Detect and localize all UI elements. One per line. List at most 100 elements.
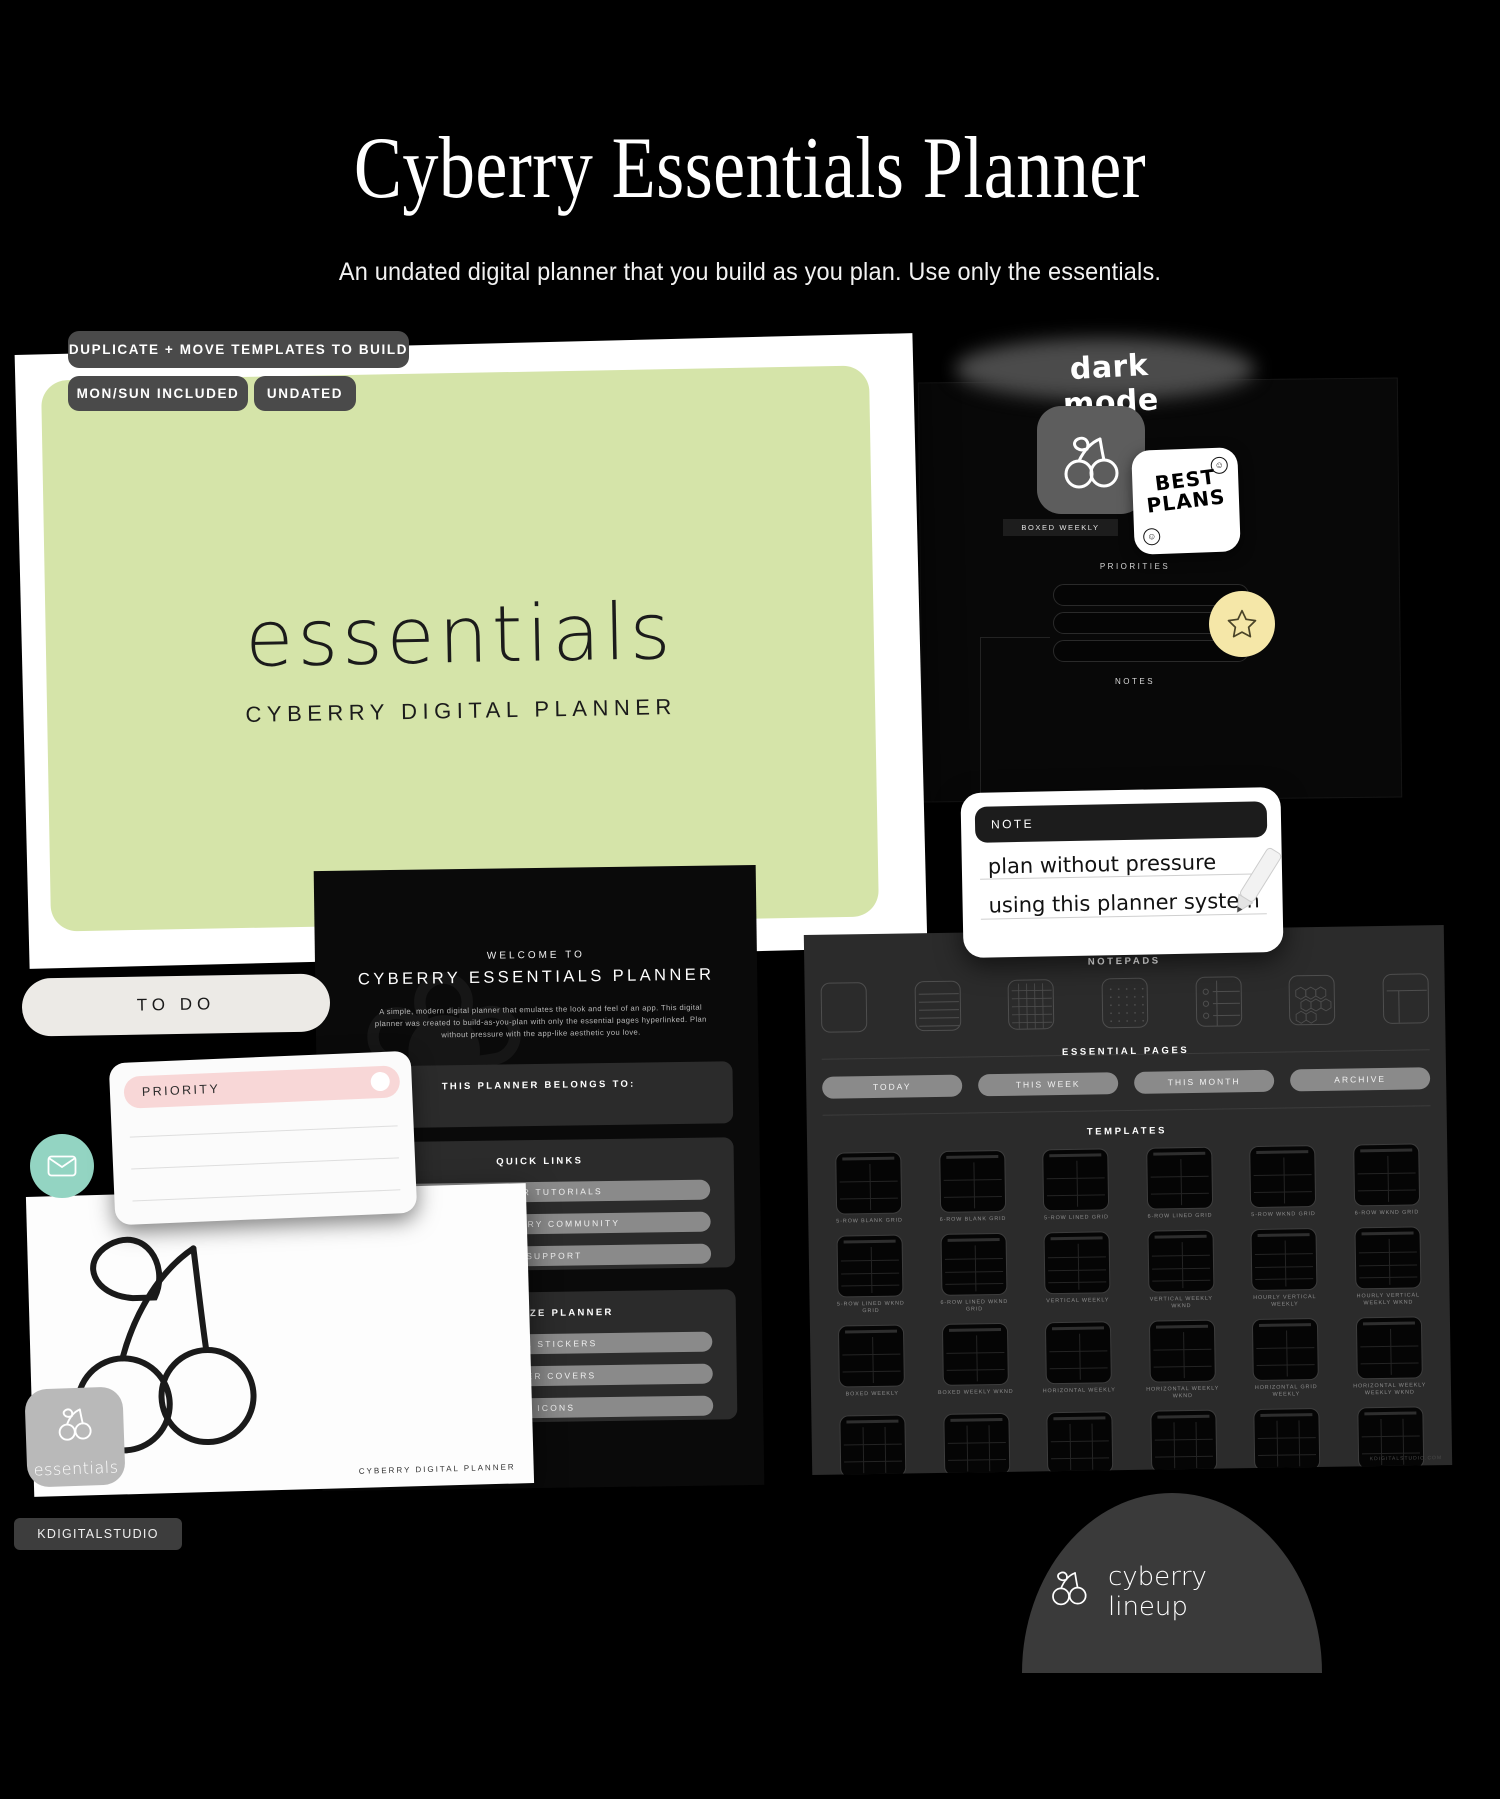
template-cell[interactable]: 5-ROW LINED GRID bbox=[1030, 1148, 1122, 1222]
template-thumbnail bbox=[1252, 1318, 1320, 1382]
template-cell[interactable]: NOTES bbox=[1241, 1408, 1333, 1475]
template-cell[interactable]: 5-ROW WKND GRID bbox=[1237, 1145, 1329, 1219]
template-thumbnail bbox=[836, 1234, 904, 1298]
paper-type-icon-row bbox=[820, 973, 1430, 1039]
cherry-card-footer: CYBERRY DIGITAL PLANNER bbox=[358, 1462, 516, 1476]
template-thumbnail bbox=[1354, 1226, 1422, 1290]
dot-paper-icon[interactable] bbox=[1101, 977, 1149, 1029]
template-cell[interactable]: BOXED WEEKLY WKND bbox=[929, 1322, 1021, 1404]
template-thumbnail bbox=[1043, 1231, 1111, 1295]
template-cell[interactable]: 6-ROW LINED WKND GRID bbox=[928, 1232, 1020, 1314]
todo-paper-icon[interactable] bbox=[1195, 976, 1242, 1027]
page-subtitle: An undated digital planner that you buil… bbox=[338, 258, 1162, 286]
template-thumbnail bbox=[1145, 1146, 1213, 1210]
template-thumbnail bbox=[1046, 1411, 1114, 1475]
template-cell[interactable]: HORIZONTAL WEEKLY WEEKLY WKND bbox=[1343, 1316, 1435, 1397]
template-thumbnail bbox=[938, 1149, 1006, 1213]
dashboard-watermark: KDIGITALSTUDIO.COM bbox=[1369, 1455, 1443, 1463]
divider bbox=[822, 1105, 1431, 1116]
essential-page-this-week[interactable]: THIS WEEK bbox=[978, 1072, 1119, 1097]
weekly-divider bbox=[980, 637, 981, 807]
badge-undated: UNDATED bbox=[254, 376, 356, 411]
split-paper-icon[interactable] bbox=[1382, 973, 1430, 1024]
template-thumbnail bbox=[1148, 1319, 1216, 1383]
template-cell[interactable]: HORIZONTAL WEEKLY bbox=[1033, 1321, 1125, 1402]
template-cell[interactable]: DAILY W/ TRACKERS bbox=[1034, 1411, 1126, 1475]
template-label: BOXED WEEKLY WKND bbox=[937, 1388, 1014, 1397]
template-thumbnail bbox=[835, 1151, 903, 1215]
template-cell[interactable]: VERTICAL WEEKLY bbox=[1031, 1231, 1123, 1312]
template-thumbnail bbox=[1147, 1229, 1215, 1293]
weekly-notes-label: NOTES bbox=[1114, 677, 1156, 686]
template-cell[interactable]: 6-ROW WKND GRID bbox=[1341, 1143, 1433, 1217]
essential-page-archive[interactable]: ARCHIVE bbox=[1289, 1067, 1431, 1092]
best-plans-sticker: BEST PLANS ☺ ☺ bbox=[1131, 447, 1241, 555]
template-thumbnail bbox=[943, 1412, 1011, 1475]
template-thumbnail bbox=[940, 1232, 1008, 1296]
template-label: 6-ROW BLANK GRID bbox=[939, 1215, 1007, 1223]
template-thumbnail bbox=[1253, 1408, 1321, 1472]
cover-subtitle: CYBERRY DIGITAL PLANNER bbox=[245, 694, 678, 727]
template-cell[interactable]: 5-ROW BLANK GRID bbox=[823, 1151, 915, 1225]
priority-rule bbox=[131, 1157, 399, 1170]
priority-rule bbox=[132, 1189, 401, 1202]
template-cell[interactable]: 6-ROW BLANK GRID bbox=[927, 1149, 1019, 1224]
template-cell[interactable]: LIST WEEKLY bbox=[827, 1414, 919, 1475]
priority-header: PRIORITY bbox=[123, 1065, 401, 1109]
template-label: NOTES bbox=[1250, 1474, 1326, 1475]
template-label: BOXED WEEKLY bbox=[845, 1390, 899, 1398]
template-cell[interactable]: HORIZONTAL WEEKLY WKND bbox=[1136, 1319, 1228, 1400]
template-cell[interactable]: BOXED WEEKLY bbox=[826, 1324, 918, 1405]
hex-paper-icon[interactable] bbox=[1288, 974, 1336, 1026]
badge-duplicate-move: DUPLICATE + MOVE TEMPLATES TO BUILD bbox=[68, 331, 409, 368]
essential-page-today[interactable]: TODAY bbox=[822, 1074, 963, 1099]
template-thumbnail bbox=[1042, 1148, 1110, 1212]
template-label: HOURLY VERTICAL WEEKLY bbox=[1253, 1294, 1317, 1308]
template-thumbnail bbox=[1352, 1143, 1420, 1207]
cyberry-lineup-text: cyberry lineup bbox=[1108, 1562, 1278, 1622]
lined-paper-icon[interactable] bbox=[914, 980, 961, 1032]
templates-dashboard-page: NOTEPADS ESSENTIAL PAGES TODAY THIS WEEK… bbox=[803, 925, 1453, 1475]
template-cell[interactable]: DAILY W/ DOT GRID bbox=[931, 1412, 1023, 1475]
brand-watermark: KDIGITALSTUDIO bbox=[14, 1518, 182, 1550]
note-header: NOTE bbox=[974, 801, 1268, 843]
template-cell[interactable]: 6-ROW LINED GRID bbox=[1134, 1146, 1226, 1220]
template-cell[interactable]: HOURLY VERTICAL WEEKLY bbox=[1238, 1228, 1330, 1309]
template-thumbnail bbox=[1250, 1228, 1318, 1292]
welcome-body: A simple, modern digital planner that em… bbox=[374, 1002, 707, 1040]
template-thumbnail bbox=[838, 1324, 906, 1388]
template-thumbnail bbox=[839, 1414, 907, 1475]
template-label: 6-ROW LINED GRID bbox=[1147, 1212, 1213, 1220]
template-thumbnail bbox=[1249, 1145, 1317, 1209]
priority-sticky-card: PRIORITY bbox=[108, 1050, 418, 1226]
essential-pages-row: TODAY THIS WEEK THIS MONTH ARCHIVE bbox=[822, 1067, 1431, 1099]
poster-canvas: Cyberry Essentials Planner An undated di… bbox=[0, 0, 1500, 1799]
template-cell[interactable]: HORIZONTAL GRID WEEKLY bbox=[1240, 1318, 1332, 1399]
template-label: VERTICAL WEEKLY bbox=[1046, 1297, 1110, 1305]
template-label: 5-ROW LINED GRID bbox=[1044, 1214, 1109, 1222]
grid-paper-icon[interactable] bbox=[1007, 979, 1055, 1030]
template-label: 6-ROW LINED WKND GRID bbox=[940, 1298, 1009, 1313]
template-thumbnail bbox=[1355, 1316, 1423, 1380]
template-label: 6-ROW WKND GRID bbox=[1354, 1209, 1420, 1217]
template-label: 5-ROW BLANK GRID bbox=[836, 1217, 903, 1225]
weekly-tab-boxed-weekly: BOXED WEEKLY bbox=[1003, 519, 1118, 536]
templates-grid: 5-ROW BLANK GRID 6-ROW BLANK GRID 5-ROW LI… bbox=[823, 1143, 1436, 1475]
template-cell[interactable]: HOURLY VERTICAL WEEKLY WKND bbox=[1342, 1226, 1434, 1307]
template-cell[interactable]: REFLECTION bbox=[1345, 1406, 1437, 1475]
priority-rule bbox=[129, 1125, 398, 1138]
template-cell[interactable]: 5-ROW LINED WKND GRID bbox=[825, 1234, 917, 1315]
mail-badge bbox=[30, 1134, 94, 1198]
priority-dot-icon bbox=[370, 1071, 391, 1092]
template-cell[interactable]: VERTICAL WEEKLY WKND bbox=[1135, 1229, 1227, 1310]
template-cell[interactable]: DAILY BULLET JOURNAL bbox=[1138, 1409, 1230, 1475]
essentials-app-icon-label: essentials bbox=[33, 1457, 119, 1480]
template-label: HORIZONTAL WEEKLY bbox=[1042, 1387, 1116, 1395]
essential-page-this-month[interactable]: THIS MONTH bbox=[1133, 1069, 1275, 1094]
template-thumbnail bbox=[1150, 1409, 1218, 1473]
page-title: Cyberry Essentials Planner bbox=[353, 120, 1147, 217]
planner-cover-green: essentials CYBERRY DIGITAL PLANNER bbox=[41, 365, 879, 932]
template-label: HORIZONTAL GRID WEEKLY bbox=[1254, 1384, 1318, 1398]
note-line-1: plan without pressure bbox=[987, 850, 1217, 879]
blank-paper-icon[interactable] bbox=[820, 982, 868, 1033]
